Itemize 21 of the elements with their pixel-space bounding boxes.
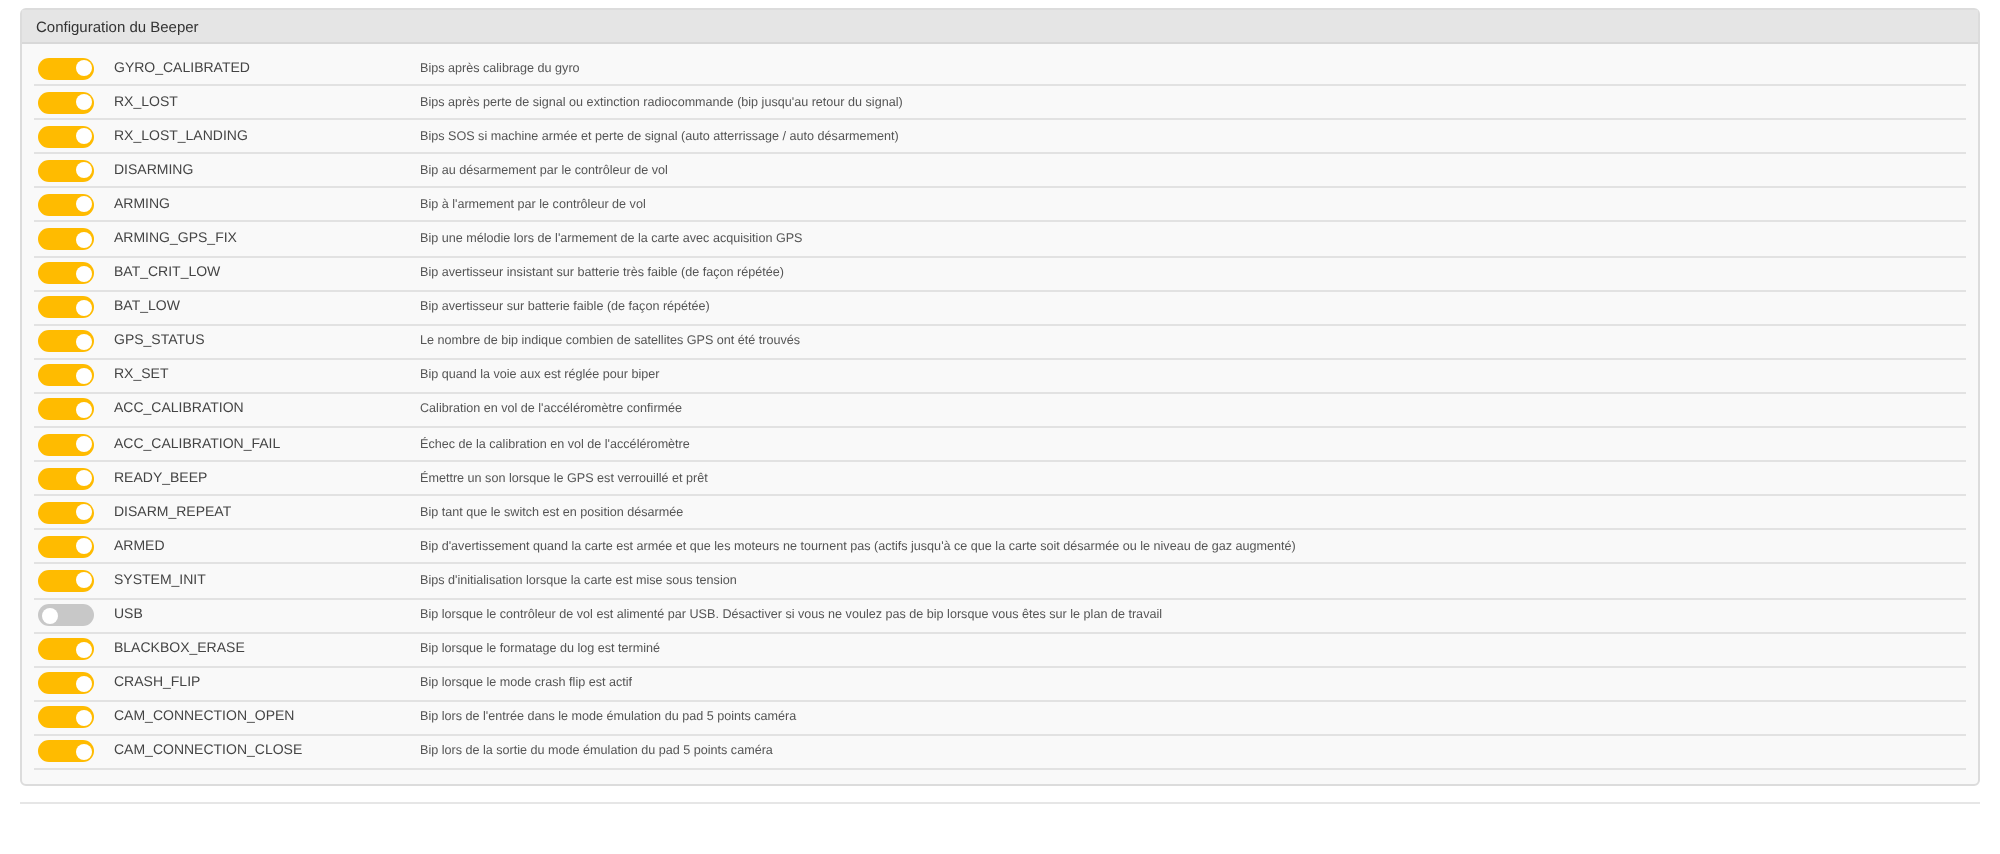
toggle-switch[interactable] <box>38 193 94 216</box>
toggle-switch[interactable] <box>38 740 94 763</box>
toggle-switch[interactable] <box>38 604 94 627</box>
toggle-switch[interactable] <box>38 91 94 114</box>
toggle-switch[interactable] <box>38 433 94 456</box>
toggle-switch[interactable] <box>38 57 94 80</box>
toggle-switch[interactable] <box>38 569 94 592</box>
toggle-switch[interactable] <box>38 296 94 319</box>
toggle-switch[interactable] <box>38 330 94 353</box>
toggle-switch[interactable] <box>38 125 94 148</box>
toggle-switch[interactable] <box>38 398 94 421</box>
toggle-switch[interactable] <box>38 228 94 251</box>
toggle-switch[interactable] <box>38 706 94 729</box>
toggle-switch[interactable] <box>38 501 94 524</box>
toggle-switch[interactable] <box>38 638 94 661</box>
toggle-switch[interactable] <box>38 159 94 182</box>
toggle-switch[interactable] <box>38 535 94 558</box>
toggle-switch[interactable] <box>38 672 94 695</box>
toggle-switch[interactable] <box>38 364 94 387</box>
toggle-switch[interactable] <box>38 262 94 285</box>
toggle-switch[interactable] <box>38 467 94 490</box>
